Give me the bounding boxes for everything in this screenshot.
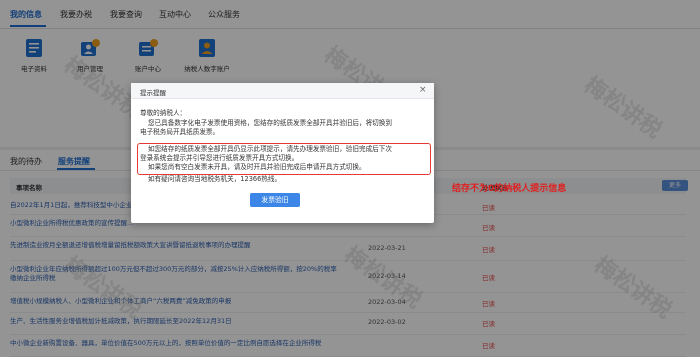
- dialog-line: 如您结存的纸质发票全部开具仍显示此项提示，请先办理发票验旧，验旧完成后下次: [148, 145, 392, 153]
- dialog-line: 您已具备数字化电子发票使用资格，您结存的纸质发票全部开具并验旧后，将切换到: [148, 119, 392, 127]
- dialog-line: 如果您尚有空白发票未开具，请及时开具并验旧完成后申请开具方式切换。: [148, 163, 366, 171]
- dialog-header: 提示提醒 ×: [131, 83, 434, 99]
- dialog-greeting: 尊敬的纳税人：: [140, 109, 187, 117]
- dialog-line: 登录系统会提示并引导您进行纸质发票开具方式切换。: [140, 154, 299, 162]
- dialog-title: 提示提醒: [140, 89, 166, 97]
- close-icon[interactable]: ×: [419, 85, 427, 95]
- annotation-note: 结存不为0的纳税人提示信息: [452, 184, 567, 194]
- dialog-line: 电子税务局开具纸质发票。: [140, 128, 220, 136]
- notice-dialog: 提示提醒 × 尊敬的纳税人： 您已具备数字化电子发票使用资格，您结存的纸质发票全…: [131, 83, 434, 223]
- dialog-line: 如有疑问请咨询当地税务机关，12366热线。: [148, 175, 282, 183]
- verify-invoice-button[interactable]: 发票验旧: [250, 193, 300, 207]
